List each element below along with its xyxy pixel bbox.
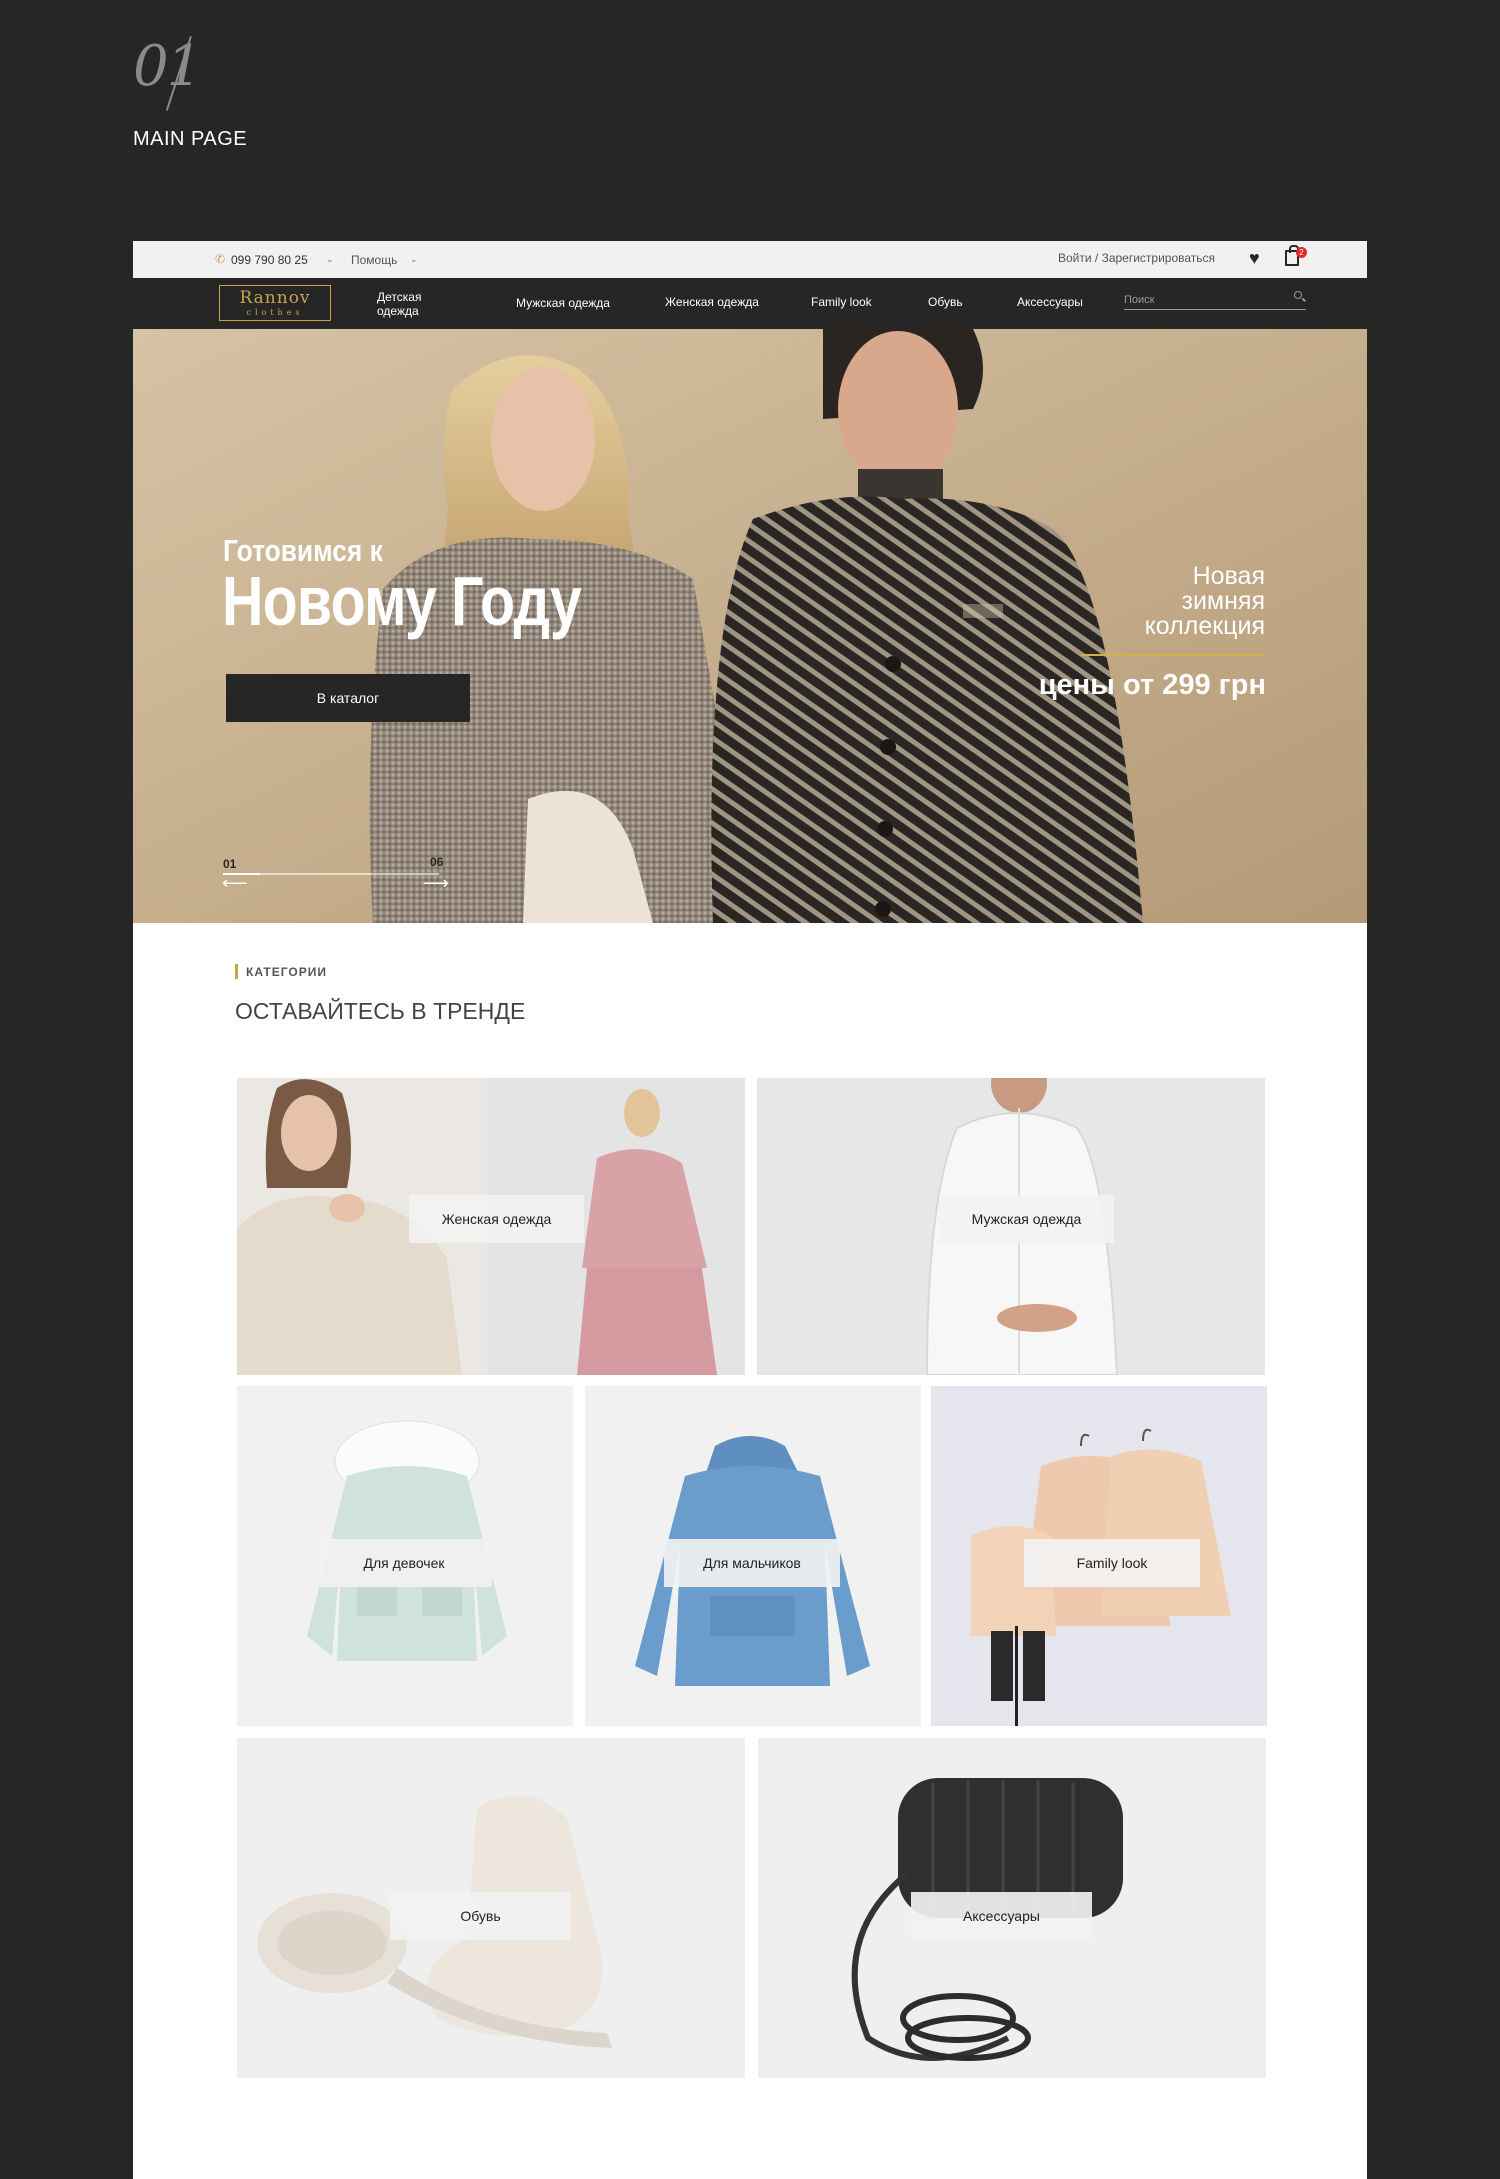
- chevron-down-icon[interactable]: ⌄: [326, 254, 334, 265]
- heart-icon[interactable]: ♥: [1249, 248, 1260, 269]
- section-label: КАТЕГОРИИ: [246, 965, 327, 979]
- logo-name: Rannov: [239, 288, 311, 308]
- section-heading: ОСТАВАЙТЕСЬ В ТРЕНДЕ: [235, 998, 526, 1024]
- category-tile-family-look[interactable]: Family look: [931, 1386, 1267, 1726]
- search-icon[interactable]: [1294, 291, 1302, 299]
- hero-collection-line: коллекция: [1144, 612, 1265, 640]
- presentation-number: 01: [133, 34, 202, 99]
- slide-total: 06: [430, 855, 444, 869]
- tile-label-family-look: Family look: [1024, 1539, 1200, 1587]
- category-tile-girls[interactable]: Для девочек: [237, 1386, 573, 1726]
- site-mockup: ✆ 099 790 80 25 ⌄ Помощь ⌄ Войти / Зарег…: [133, 241, 1367, 2179]
- hero-price: цены от 299 грн: [1038, 669, 1266, 701]
- presentation-title: MAIN PAGE: [133, 128, 248, 150]
- category-tile-accessories[interactable]: Аксессуары: [758, 1738, 1266, 2078]
- tile-label-accessories: Аксессуары: [911, 1892, 1092, 1940]
- category-tile-shoes[interactable]: Обувь: [237, 1738, 745, 2078]
- phone-number[interactable]: 099 790 80 25: [231, 253, 308, 267]
- tile-label-women: Женская одежда: [409, 1195, 584, 1243]
- category-tile-men[interactable]: Мужская одежда: [757, 1078, 1265, 1375]
- logo-sub: clothes: [246, 308, 304, 317]
- hero-collection-text: Новая зимняя коллекция: [1145, 564, 1265, 639]
- tile-label-boys: Для мальчиков: [664, 1539, 840, 1587]
- nav-item-women[interactable]: Женская одежда: [665, 295, 759, 309]
- arrow-left-icon[interactable]: ⟵: [222, 873, 248, 894]
- top-bar: ✆ 099 790 80 25 ⌄ Помощь ⌄ Войти / Зарег…: [133, 241, 1367, 278]
- nav-item-men[interactable]: Мужская одежда: [516, 296, 610, 310]
- hero-banner: Готовимся к Новому Году В каталог Новая …: [133, 329, 1367, 923]
- nav-item-shoes[interactable]: Обувь: [928, 295, 963, 309]
- logo[interactable]: Rannov clothes: [219, 285, 331, 321]
- arrow-right-icon[interactable]: ⟶: [423, 873, 449, 894]
- cart-count-badge: 2: [1296, 247, 1307, 258]
- phone-icon: ✆: [215, 252, 226, 266]
- hero-collection-line: Новая: [1192, 562, 1265, 590]
- nav-item-family-look[interactable]: Family look: [811, 295, 872, 309]
- search-input[interactable]: [1124, 294, 1274, 306]
- hero-gold-divider: [1081, 654, 1265, 656]
- chevron-down-icon[interactable]: ⌄: [410, 254, 418, 265]
- hero-title: Новому Году: [222, 562, 582, 640]
- search-box: [1124, 290, 1306, 310]
- main-nav: Rannov clothes Детская одежда Мужская од…: [133, 278, 1367, 329]
- nav-item-accessories[interactable]: Аксессуары: [1017, 295, 1083, 309]
- login-register-link[interactable]: Войти / Зарегистрироваться: [1058, 251, 1215, 265]
- category-tile-boys[interactable]: Для мальчиков: [585, 1386, 921, 1726]
- slide-progress-track: [223, 873, 439, 875]
- slide-current: 01: [223, 857, 237, 871]
- hero-collection-line: зимняя: [1181, 587, 1266, 615]
- tile-label-men: Мужская одежда: [939, 1195, 1114, 1243]
- category-tile-women[interactable]: Женская одежда: [237, 1078, 745, 1375]
- tile-label-shoes: Обувь: [390, 1892, 571, 1940]
- help-menu[interactable]: Помощь: [351, 253, 397, 267]
- nav-item-kids[interactable]: Детская одежда: [377, 290, 437, 318]
- tile-label-girls: Для девочек: [316, 1539, 492, 1587]
- catalog-button[interactable]: В каталог: [226, 674, 470, 722]
- category-accent-bar: [235, 964, 238, 979]
